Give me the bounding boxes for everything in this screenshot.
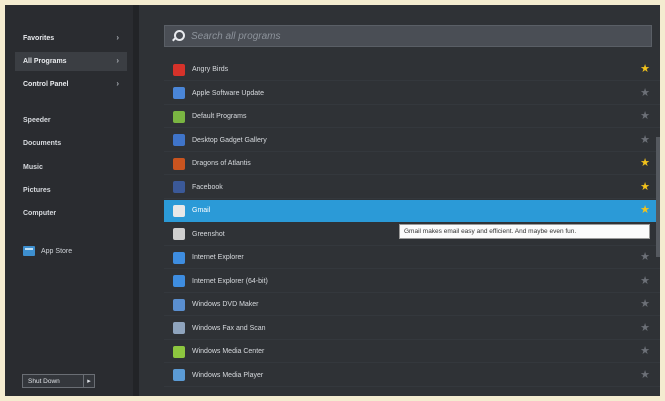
- program-name: Desktop Gadget Gallery: [192, 136, 267, 144]
- media-center-icon: [173, 345, 185, 358]
- shut-down-options-button[interactable]: ▸: [83, 374, 95, 388]
- default-programs-icon: [173, 110, 185, 123]
- programs-panel: Angry Birds★Apple Software Update★Defaul…: [139, 5, 660, 396]
- unfavorite-star-icon[interactable]: ★: [640, 251, 650, 263]
- program-name: Internet Explorer: [192, 254, 244, 261]
- nav-control-panel-label: Control Panel: [23, 81, 69, 88]
- nav-all-programs[interactable]: All Programs ›: [15, 52, 127, 71]
- nav-favorites-label: Favorites: [23, 35, 55, 42]
- program-name: Windows Fax and Scan: [192, 324, 266, 332]
- place-pictures[interactable]: Pictures: [23, 187, 51, 194]
- ie-icon: [173, 251, 185, 264]
- fax-scan-icon: [173, 322, 185, 334]
- program-name: Windows DVD Maker: [192, 301, 259, 308]
- favorite-star-icon[interactable]: ★: [640, 181, 650, 193]
- program-row[interactable]: Windows Media Player ★: [164, 365, 660, 387]
- program-row[interactable]: Internet Explorer ★: [164, 247, 660, 269]
- start-menu: Favorites › All Programs › Control Panel…: [5, 5, 660, 396]
- program-name: Windows Media Player: [192, 371, 264, 379]
- shut-down-button[interactable]: Shut Down: [22, 374, 84, 388]
- unfavorite-star-icon[interactable]: ★: [640, 322, 650, 334]
- unfavorite-star-icon[interactable]: ★: [640, 134, 650, 146]
- sidebar: Favorites › All Programs › Control Panel…: [5, 5, 133, 396]
- program-row[interactable]: Default Programs ★: [164, 106, 660, 128]
- program-name: Internet Explorer (64-bit): [192, 277, 268, 285]
- program-name: Windows Media Center: [192, 348, 265, 355]
- favorite-star-icon[interactable]: ★: [640, 157, 650, 169]
- chevron-right-icon: ›: [116, 33, 119, 42]
- program-name: Facebook: [192, 183, 223, 191]
- program-row[interactable]: Windows Media Center ★: [164, 341, 660, 363]
- nav-favorites[interactable]: Favorites ›: [15, 29, 127, 48]
- favorite-star-icon[interactable]: ★: [640, 204, 650, 216]
- scrollbar[interactable]: [656, 137, 660, 257]
- search-box[interactable]: [164, 25, 652, 47]
- program-name: Greenshot: [192, 230, 225, 238]
- program-row[interactable]: Gmail ★: [164, 200, 660, 222]
- program-row[interactable]: Desktop Gadget Gallery ★: [164, 130, 660, 152]
- program-row[interactable]: Windows DVD Maker ★: [164, 294, 660, 316]
- ie64-icon: [173, 275, 185, 287]
- store-icon: [23, 246, 35, 256]
- apple-update-icon: [173, 87, 185, 99]
- unfavorite-star-icon[interactable]: ★: [640, 275, 650, 287]
- greenshot-icon: [173, 228, 185, 240]
- media-player-icon: [173, 369, 185, 381]
- program-row[interactable]: Internet Explorer (64-bit) ★: [164, 271, 660, 293]
- program-name: Angry Birds: [192, 66, 229, 73]
- gadget-gallery-icon: [173, 134, 185, 146]
- unfavorite-star-icon[interactable]: ★: [640, 87, 650, 99]
- place-speeder[interactable]: Speeder: [23, 117, 51, 124]
- angry-birds-icon: [173, 63, 185, 76]
- program-row[interactable]: Angry Birds ★: [164, 59, 660, 81]
- app-store-link[interactable]: App Store: [23, 246, 72, 256]
- place-music[interactable]: Music: [23, 164, 43, 171]
- tooltip: Gmail makes email easy and efficient. An…: [399, 224, 650, 239]
- unfavorite-star-icon[interactable]: ★: [640, 298, 650, 310]
- program-name: Gmail: [192, 207, 211, 214]
- nav-control-panel[interactable]: Control Panel ›: [15, 75, 127, 94]
- unfavorite-star-icon[interactable]: ★: [640, 110, 650, 122]
- search-input[interactable]: [191, 30, 591, 42]
- program-row[interactable]: Dragons of Atlantis ★: [164, 153, 660, 175]
- program-row[interactable]: Apple Software Update ★: [164, 83, 660, 105]
- unfavorite-star-icon[interactable]: ★: [640, 369, 650, 381]
- chevron-right-icon: ›: [116, 79, 119, 88]
- app-store-label: App Store: [41, 247, 73, 255]
- program-name: Apple Software Update: [192, 89, 264, 97]
- program-row[interactable]: Facebook ★: [164, 177, 660, 199]
- facebook-icon: [173, 181, 185, 193]
- program-row[interactable]: Windows Fax and Scan ★: [164, 318, 660, 340]
- shut-down-label: Shut Down: [28, 377, 60, 385]
- arrow-right-icon: ▸: [87, 378, 91, 385]
- favorite-star-icon[interactable]: ★: [640, 63, 650, 75]
- search-icon: [171, 29, 185, 43]
- program-name: Dragons of Atlantis: [192, 160, 251, 167]
- gmail-icon: [173, 204, 185, 217]
- dragons-icon: [173, 157, 185, 170]
- unfavorite-star-icon[interactable]: ★: [640, 345, 650, 357]
- dvd-maker-icon: [173, 298, 185, 311]
- program-name: Default Programs: [192, 113, 247, 120]
- nav-all-programs-label: All Programs: [23, 58, 67, 65]
- chevron-right-icon: ›: [116, 56, 119, 65]
- place-computer[interactable]: Computer: [23, 210, 56, 217]
- place-documents[interactable]: Documents: [23, 140, 61, 147]
